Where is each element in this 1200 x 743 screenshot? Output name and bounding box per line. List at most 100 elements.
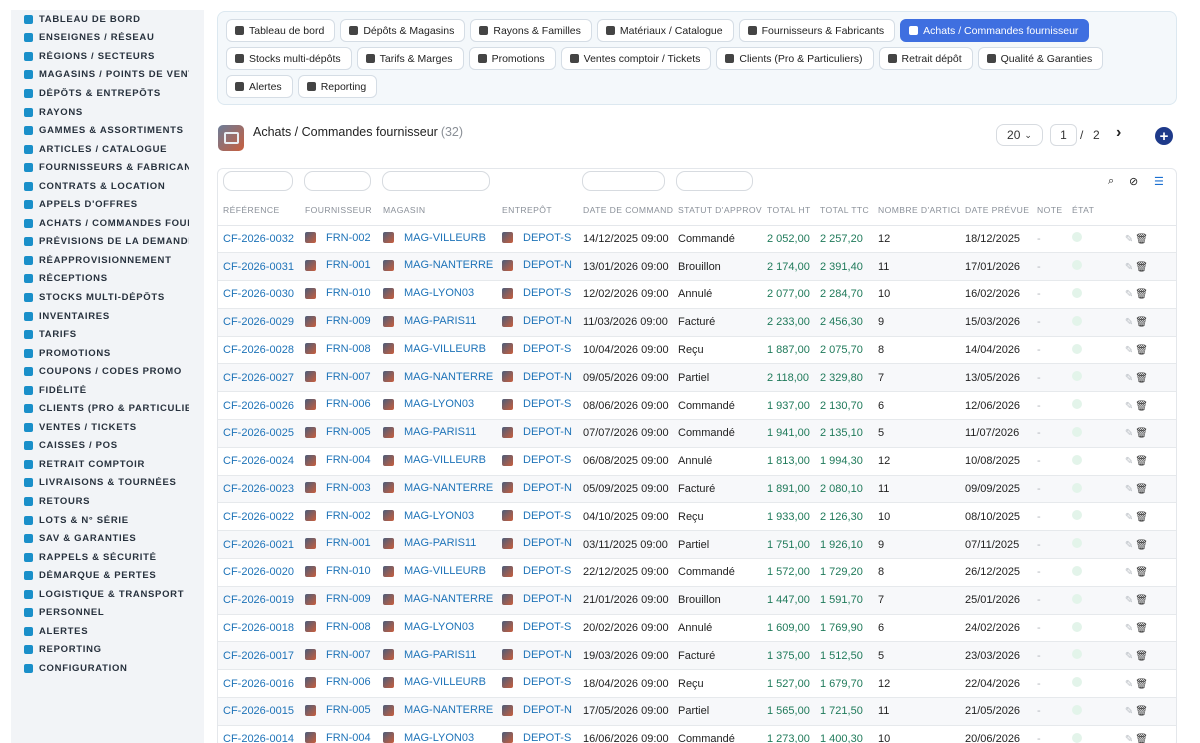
supplier-cell-link[interactable]: FRN-005 (305, 704, 371, 716)
tab-item[interactable]: Ventes comptoir / Tickets (560, 47, 712, 70)
sidebar-item[interactable]: Inventaires (11, 307, 204, 326)
tab-item[interactable]: Tarifs & Marges (356, 47, 464, 70)
tab-item[interactable]: Alertes (226, 75, 293, 98)
supplier-cell-link[interactable]: FRN-010 (305, 565, 371, 577)
sidebar-item[interactable]: Caisses / POS (11, 437, 204, 456)
table-row[interactable]: CF-2026-0018 FRN-008 MAG-LYON03 DEPOT-S 20/0… (218, 614, 1176, 643)
store-cell-link[interactable]: MAG-NANTERRE (383, 371, 493, 383)
table-row[interactable]: CF-2026-0015 FRN-005 MAG-NANTERRE DEPOT-N 17… (218, 697, 1176, 726)
reference-cell[interactable]: CF-2026-0020 (218, 558, 300, 587)
sidebar-item[interactable]: SAV & Garanties (11, 529, 204, 548)
delete-icon[interactable]: 🗑 (1135, 289, 1148, 300)
supplier-cell-link[interactable]: FRN-008 (305, 343, 371, 355)
tab-item[interactable]: Tableau de bord (226, 19, 336, 42)
table-row[interactable]: CF-2026-0021 FRN-001 MAG-PARIS11 DEPOT-N 03/… (218, 530, 1176, 560)
sidebar-item[interactable]: Achats / Commandes fournisseur (11, 214, 204, 233)
reference-cell[interactable]: CF-2026-0018 (218, 614, 300, 643)
warehouse-cell-link[interactable]: DEPOT-S (502, 676, 571, 688)
reference-cell[interactable]: CF-2026-0026 (218, 391, 300, 421)
edit-icon[interactable]: ✎ (1125, 289, 1133, 300)
warehouse-cell-link[interactable]: DEPOT-S (502, 621, 571, 633)
table-row[interactable]: CF-2026-0026 FRN-006 MAG-LYON03 DEPOT-S 08/0… (218, 391, 1176, 421)
warehouse-cell-link[interactable]: DEPOT-N (502, 649, 572, 661)
delete-icon[interactable]: 🗑 (1135, 401, 1148, 412)
sidebar-item[interactable]: Réceptions (11, 270, 204, 289)
edit-icon[interactable]: ✎ (1125, 567, 1133, 578)
table-row[interactable]: CF-2026-0020 FRN-010 MAG-VILLEURB DEPOT-S 22… (218, 558, 1176, 587)
sidebar-item[interactable]: Fournisseurs & Fabricants (11, 158, 204, 177)
tab-item[interactable]: Retrait dépôt (878, 47, 973, 70)
table-row[interactable]: CF-2026-0024 FRN-004 MAG-VILLEURB DEPOT-S 06… (218, 447, 1176, 476)
reference-cell[interactable]: CF-2026-0027 (218, 363, 300, 393)
store-cell-link[interactable]: MAG-VILLEURB (383, 565, 486, 577)
warehouse-cell-link[interactable]: DEPOT-N (502, 593, 572, 605)
reference-cell[interactable]: CF-2026-0021 (218, 530, 300, 560)
warehouse-cell-link[interactable]: DEPOT-S (502, 287, 571, 299)
warehouse-cell-link[interactable]: DEPOT-S (502, 510, 571, 522)
tab-item[interactable]: Achats / Commandes fournisseur (900, 19, 1090, 42)
sidebar-item[interactable]: Alertes (11, 622, 204, 641)
edit-icon[interactable]: ✎ (1125, 651, 1133, 662)
warehouse-cell-link[interactable]: DEPOT-S (502, 565, 571, 577)
delete-icon[interactable]: 🗑 (1135, 651, 1148, 662)
sidebar-item[interactable]: Configuration (11, 659, 204, 678)
reference-cell[interactable]: CF-2026-0025 (218, 419, 300, 448)
edit-icon[interactable]: ✎ (1125, 540, 1133, 551)
list-view-icon[interactable]: ☰ (1154, 175, 1164, 188)
delete-icon[interactable]: 🗑 (1135, 623, 1148, 634)
page-number-input[interactable]: 1 (1050, 124, 1077, 146)
delete-icon[interactable]: 🗑 (1135, 262, 1148, 273)
edit-icon[interactable]: ✎ (1125, 262, 1133, 273)
sidebar-item[interactable]: Coupons / Codes promo (11, 362, 204, 381)
warehouse-cell-link[interactable]: DEPOT-S (502, 732, 571, 743)
sidebar-item[interactable]: Reporting (11, 641, 204, 660)
column-header[interactable]: Nombre d'articles (873, 195, 960, 226)
table-row[interactable]: CF-2026-0029 FRN-009 MAG-PARIS11 DEPOT-N 11/… (218, 308, 1176, 337)
sidebar-item[interactable]: Rappels & Sécurité (11, 548, 204, 567)
delete-icon[interactable]: 🗑 (1135, 540, 1148, 551)
edit-icon[interactable]: ✎ (1125, 317, 1133, 328)
delete-icon[interactable]: 🗑 (1135, 456, 1148, 467)
supplier-cell-link[interactable]: FRN-010 (305, 287, 371, 299)
page-size-select[interactable]: 20 ⌄ (996, 124, 1043, 146)
sidebar-item[interactable]: Livraisons & Tournées (11, 474, 204, 493)
sidebar-item[interactable]: Tableau de bord (11, 10, 204, 29)
warehouse-cell-link[interactable]: DEPOT-S (502, 343, 571, 355)
tab-item[interactable]: Matériaux / Catalogue (596, 19, 734, 42)
table-row[interactable]: CF-2026-0030 FRN-010 MAG-LYON03 DEPOT-S 12/0… (218, 280, 1176, 309)
delete-icon[interactable]: 🗑 (1135, 679, 1148, 690)
reference-cell[interactable]: CF-2026-0015 (218, 697, 300, 726)
store-cell-link[interactable]: MAG-LYON03 (383, 621, 474, 633)
supplier-cell-link[interactable]: FRN-001 (305, 537, 371, 549)
delete-icon[interactable]: 🗑 (1135, 595, 1148, 606)
column-header[interactable]: État (1067, 195, 1107, 226)
sidebar-item[interactable]: Personnel (11, 604, 204, 623)
supplier-cell-link[interactable]: FRN-007 (305, 371, 371, 383)
sidebar-item[interactable]: Rayons (11, 103, 204, 122)
warehouse-cell-link[interactable]: DEPOT-N (502, 259, 572, 271)
edit-icon[interactable]: ✎ (1125, 234, 1133, 245)
delete-icon[interactable]: 🗑 (1135, 317, 1148, 328)
delete-icon[interactable]: 🗑 (1135, 706, 1148, 717)
reference-cell[interactable]: CF-2026-0029 (218, 308, 300, 337)
table-row[interactable]: CF-2026-0019 FRN-009 MAG-NANTERRE DEPOT-N 21… (218, 586, 1176, 615)
supplier-cell-link[interactable]: FRN-008 (305, 621, 371, 633)
tab-item[interactable]: Reporting (297, 75, 378, 98)
edit-icon[interactable]: ✎ (1125, 456, 1133, 467)
store-cell-link[interactable]: MAG-NANTERRE (383, 593, 493, 605)
sidebar-item[interactable]: Démarque & Pertes (11, 566, 204, 585)
add-icon[interactable]: + (1155, 127, 1173, 145)
delete-icon[interactable]: 🗑 (1135, 234, 1148, 245)
supplier-cell-link[interactable]: FRN-002 (305, 232, 371, 244)
column-header[interactable]: Fournisseur (300, 195, 378, 226)
store-cell-link[interactable]: MAG-VILLEURB (383, 232, 486, 244)
store-cell-link[interactable]: MAG-PARIS11 (383, 649, 476, 661)
edit-icon[interactable]: ✎ (1125, 345, 1133, 356)
sidebar-item[interactable]: Lots & N° série (11, 511, 204, 530)
supplier-cell-link[interactable]: FRN-009 (305, 315, 371, 327)
table-row[interactable]: CF-2026-0014 FRN-004 MAG-LYON03 DEPOT-S 16/0… (218, 725, 1176, 743)
warehouse-cell-link[interactable]: DEPOT-N (502, 371, 572, 383)
edit-icon[interactable]: ✎ (1125, 512, 1133, 523)
table-row[interactable]: CF-2026-0016 FRN-006 MAG-VILLEURB DEPOT-S 18… (218, 669, 1176, 699)
delete-icon[interactable]: 🗑 (1135, 512, 1148, 523)
